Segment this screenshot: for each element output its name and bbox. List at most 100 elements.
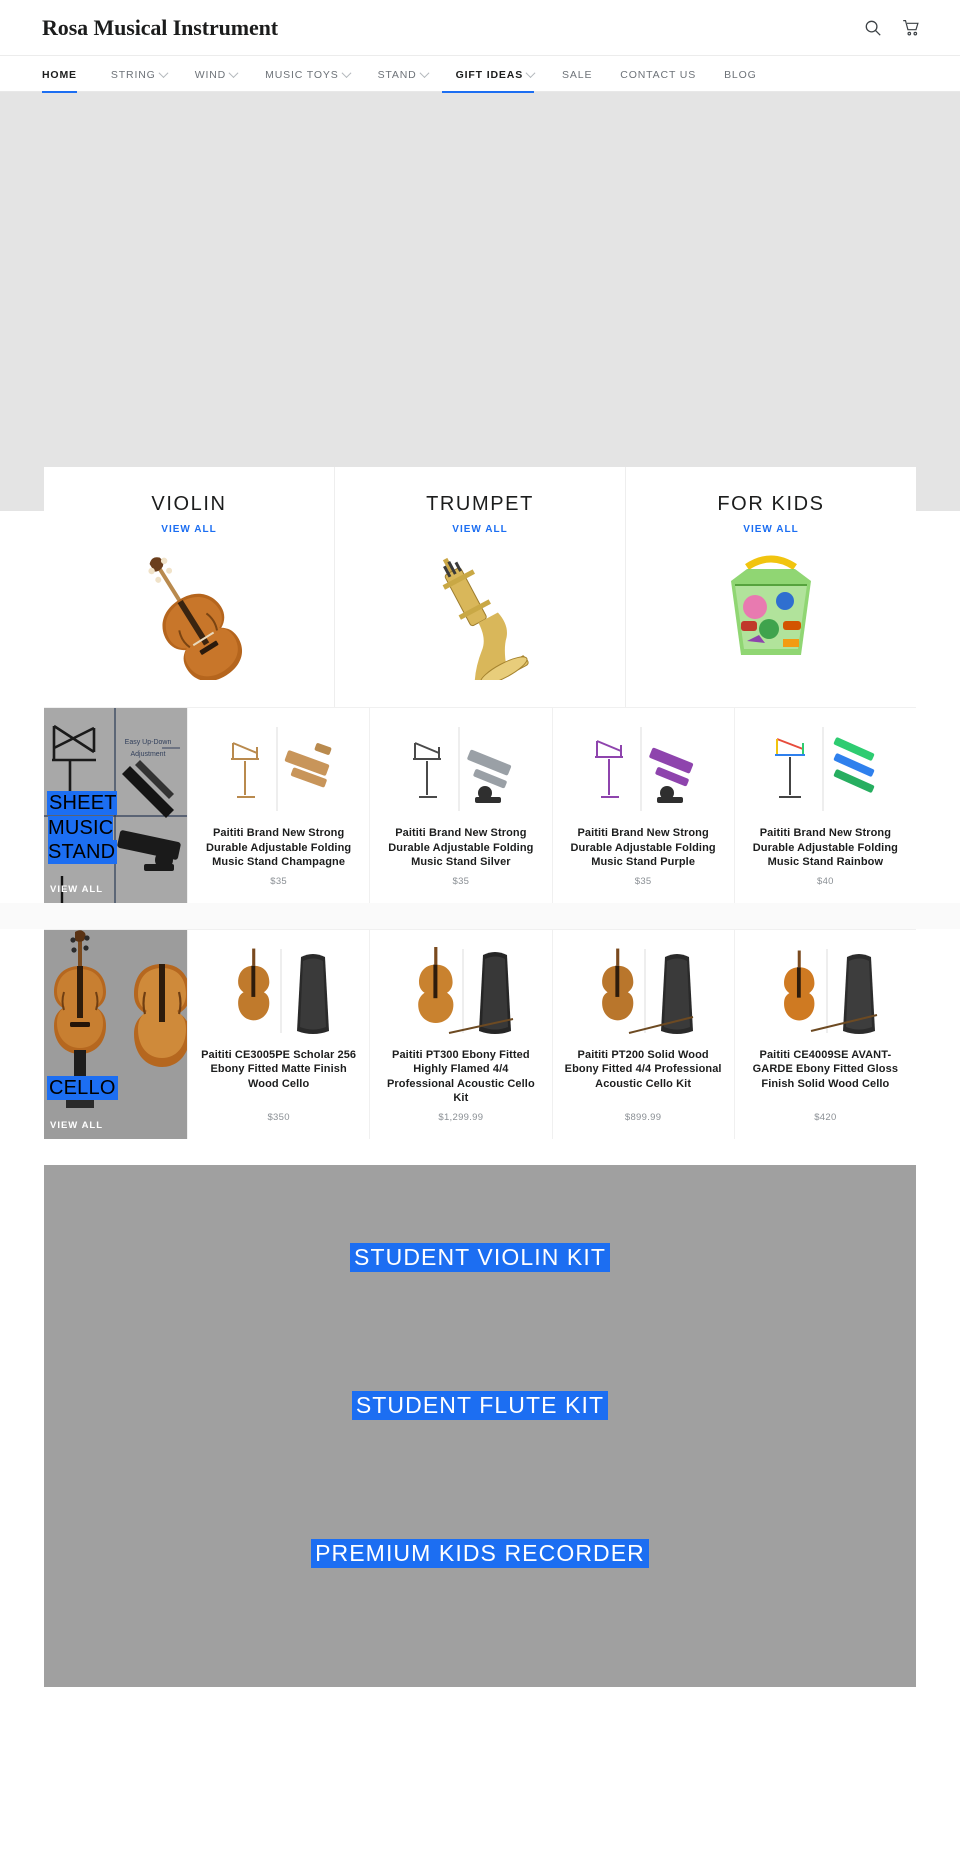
product-price: $40 (816, 875, 834, 887)
bottom-banner-title: PREMIUM KIDS RECORDER (311, 1538, 649, 1568)
cello-ce4009se-photo (747, 944, 904, 1038)
nav-label: STAND (377, 68, 417, 81)
collection-row-sheet-music-stand: Easy Up-Down Adjustment Aluminum Easy Ne… (44, 707, 916, 903)
category-title: TRUMPET (426, 493, 534, 515)
violin-photo (54, 545, 324, 680)
chevron-down-icon (419, 68, 430, 79)
nav-item-wind[interactable]: WIND (181, 56, 251, 93)
nav-item-string[interactable]: STRING (97, 56, 181, 93)
category-card-trumpet[interactable]: TRUMPET VIEW ALL (335, 467, 626, 707)
product-grid-cello: Paititi CE3005PE Scholar 256 Ebony Fitte… (187, 929, 916, 1139)
bottom-banner-student-violin-kit[interactable]: STUDENT VIOLIN KIT (44, 1242, 916, 1391)
category-title: VIOLIN (151, 493, 227, 515)
collection-banner-cello[interactable]: CELLO VIEW ALL (44, 929, 187, 1139)
collection-banner-title: CELLO (48, 1077, 117, 1100)
category-view-all-link[interactable]: VIEW ALL (345, 524, 615, 535)
cart-icon[interactable] (902, 19, 920, 37)
category-cards-band: VIOLIN VIEW ALL TRUMPET VIEW ALL FOR KID… (0, 467, 960, 707)
music-stand-champagne-photo (200, 722, 357, 816)
nav-list: HOME STRING WIND MUSIC TOYS STAND GIFT I… (0, 56, 960, 93)
product-title: Paititi Brand New Strong Durable Adjusta… (206, 827, 352, 869)
chevron-down-icon (158, 68, 169, 79)
nav-label: SALE (562, 68, 593, 81)
collection-banner-view-all[interactable]: VIEW ALL (50, 1120, 103, 1131)
product-price: $35 (452, 875, 470, 887)
product-card[interactable]: Paititi Brand New Strong Durable Adjusta… (551, 708, 734, 903)
product-title: Paititi PT200 Solid Wood Ebony Fitted 4/… (564, 1048, 722, 1090)
main-navigation: HOME STRING WIND MUSIC TOYS STAND GIFT I… (0, 55, 960, 93)
product-title: Paititi Brand New Strong Durable Adjusta… (752, 827, 898, 869)
product-title: Paititi CE3005PE Scholar 256 Ebony Fitte… (201, 1048, 357, 1090)
trumpet-photo (345, 545, 615, 680)
music-stand-rainbow-photo (747, 722, 904, 816)
nav-label: WIND (194, 68, 227, 81)
product-title: Paititi PT300 Ebony Fitted Highly Flamed… (386, 1048, 535, 1105)
product-title: Paititi CE4009SE AVANT-GARDE Ebony Fitte… (752, 1048, 899, 1090)
collection-row-gap (0, 902, 960, 929)
product-price: $350 (267, 1111, 290, 1123)
nav-label: STRING (110, 68, 156, 81)
category-card-violin[interactable]: VIOLIN VIEW ALL (44, 467, 335, 707)
nav-item-sale[interactable]: SALE (548, 56, 606, 93)
cello-ce3005pe-photo (200, 944, 357, 1038)
homepage: Rosa Musical Instrument HOME STRING WIND… (0, 0, 960, 1687)
product-price: $899.99 (624, 1111, 662, 1123)
music-stand-purple-photo (565, 722, 722, 816)
collection-row-cello: CELLO VIEW ALL Paititi CE3005PE Scholar … (44, 928, 916, 1139)
hero-slideshow[interactable] (0, 92, 960, 467)
chevron-down-icon (228, 68, 239, 79)
product-card[interactable]: Paititi PT300 Ebony Fitted Highly Flamed… (369, 929, 552, 1139)
category-cards: VIOLIN VIEW ALL TRUMPET VIEW ALL FOR KID… (44, 467, 916, 707)
music-stand-silver-photo (382, 722, 539, 816)
nav-label: HOME (42, 68, 77, 81)
product-card[interactable]: Paititi CE4009SE AVANT-GARDE Ebony Fitte… (733, 929, 916, 1139)
product-price: $420 (814, 1111, 837, 1123)
nav-label: BLOG (724, 68, 757, 81)
collection-banner-sheet-music-stand[interactable]: Easy Up-Down Adjustment Aluminum Easy Ne… (44, 708, 187, 903)
product-card[interactable]: Paititi CE3005PE Scholar 256 Ebony Fitte… (187, 929, 370, 1139)
nav-item-blog[interactable]: BLOG (710, 56, 771, 93)
bottom-banner-premium-kids-recorder[interactable]: PREMIUM KIDS RECORDER (44, 1538, 916, 1687)
category-view-all-link[interactable]: VIEW ALL (54, 524, 324, 535)
site-header: Rosa Musical Instrument (0, 0, 960, 55)
nav-label: CONTACT US (620, 68, 697, 81)
product-price: $1,299.99 (438, 1111, 484, 1123)
cello-pt200-photo (565, 944, 722, 1038)
category-card-for-kids[interactable]: FOR KIDS VIEW ALL (626, 467, 916, 707)
product-price: $35 (270, 875, 287, 887)
product-grid-sheet-music-stand: Paititi Brand New Strong Durable Adjusta… (187, 708, 916, 903)
category-view-all-link[interactable]: VIEW ALL (636, 524, 906, 535)
search-icon[interactable] (864, 19, 882, 37)
nav-item-gift-ideas[interactable]: GIFT IDEAS (441, 56, 548, 93)
bottom-banner-student-flute-kit[interactable]: STUDENT FLUTE KIT (44, 1390, 916, 1539)
bottom-banner-title: STUDENT FLUTE KIT (351, 1390, 609, 1420)
nav-item-music-toys[interactable]: MUSIC TOYS (251, 56, 363, 93)
chevron-down-icon (525, 68, 536, 79)
product-title: Paititi Brand New Strong Durable Adjusta… (388, 827, 534, 869)
header-icons (864, 19, 930, 37)
collection-banner-title: SHEET MUSIC STAND (48, 792, 117, 864)
nav-item-contact-us[interactable]: CONTACT US (606, 56, 710, 93)
bottom-banner-section: STUDENT VIOLIN KIT STUDENT FLUTE KIT PRE… (44, 1164, 916, 1687)
product-price: $35 (634, 875, 652, 887)
category-title: FOR KIDS (717, 493, 825, 515)
product-card[interactable]: Paititi Brand New Strong Durable Adjusta… (369, 708, 552, 903)
cello-pt300-photo (382, 944, 539, 1038)
chevron-down-icon (341, 68, 352, 79)
svg-text:Adjustment: Adjustment (130, 751, 165, 758)
nav-item-stand[interactable]: STAND (364, 56, 442, 93)
nav-item-home[interactable]: HOME (42, 56, 91, 93)
nav-label: MUSIC TOYS (265, 68, 339, 81)
product-card[interactable]: Paititi PT200 Solid Wood Ebony Fitted 4/… (551, 929, 734, 1139)
bottom-banner-title: STUDENT VIOLIN KIT (350, 1242, 610, 1272)
product-title: Paititi Brand New Strong Durable Adjusta… (570, 827, 716, 869)
kids-percussion-bag-photo (636, 545, 906, 680)
collection-banner-label: SHEET MUSIC STAND (44, 791, 187, 876)
bottom-section-spacer (0, 1138, 960, 1165)
product-card[interactable]: Paititi Brand New Strong Durable Adjusta… (733, 708, 916, 903)
brand-logo[interactable]: Rosa Musical Instrument (42, 15, 278, 41)
collection-banner-label: CELLO (44, 1076, 187, 1112)
collection-banner-view-all[interactable]: VIEW ALL (50, 884, 103, 895)
nav-label: GIFT IDEAS (455, 68, 524, 81)
product-card[interactable]: Paititi Brand New Strong Durable Adjusta… (187, 708, 370, 903)
